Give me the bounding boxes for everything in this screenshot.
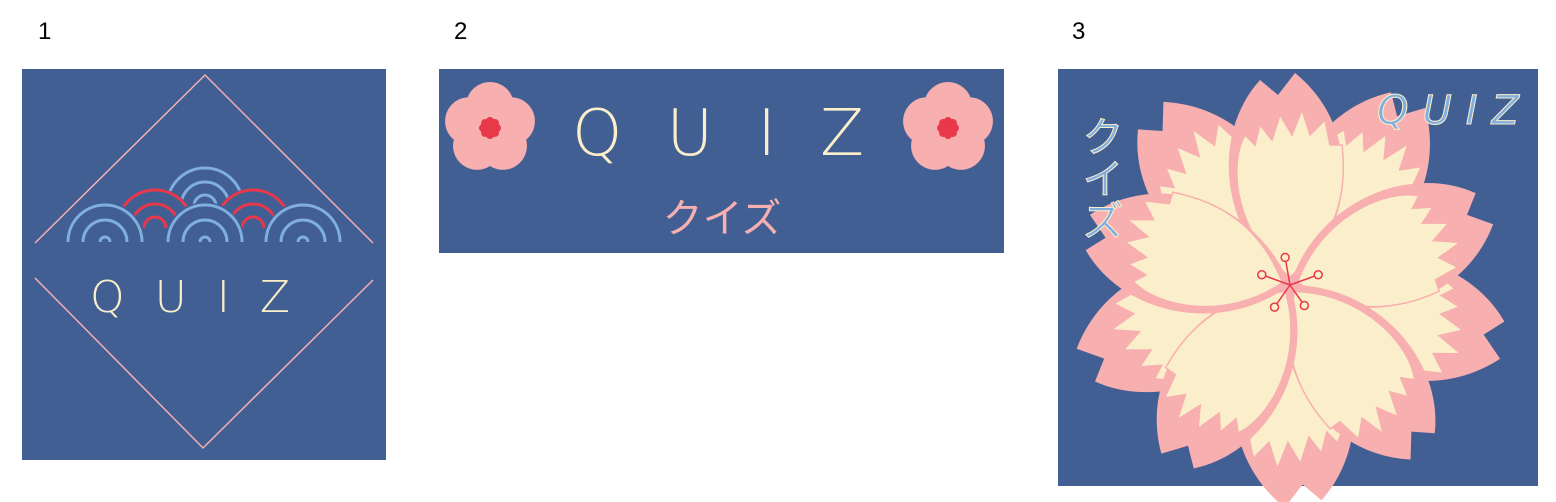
panel-2-subtitle: クイズ [663, 196, 782, 242]
anther [1269, 302, 1280, 312]
anther [1280, 252, 1290, 263]
panel-3-title: QUIZ [1377, 88, 1533, 134]
artwork: QUIZ QUIZ クイズ QUIZ クイズ [22, 69, 1538, 502]
anther [1313, 269, 1323, 280]
panel-3-subtitle: クイズ [1076, 115, 1125, 241]
panel-2: QUIZ クイズ [439, 69, 1004, 253]
panel-1-title: QUIZ [90, 272, 320, 323]
panel-3: QUIZ クイズ [1058, 69, 1538, 502]
anther [1299, 300, 1310, 311]
anther [1257, 269, 1267, 280]
panel-2-title: QUIZ [572, 97, 908, 171]
panel-1: QUIZ [22, 69, 386, 460]
